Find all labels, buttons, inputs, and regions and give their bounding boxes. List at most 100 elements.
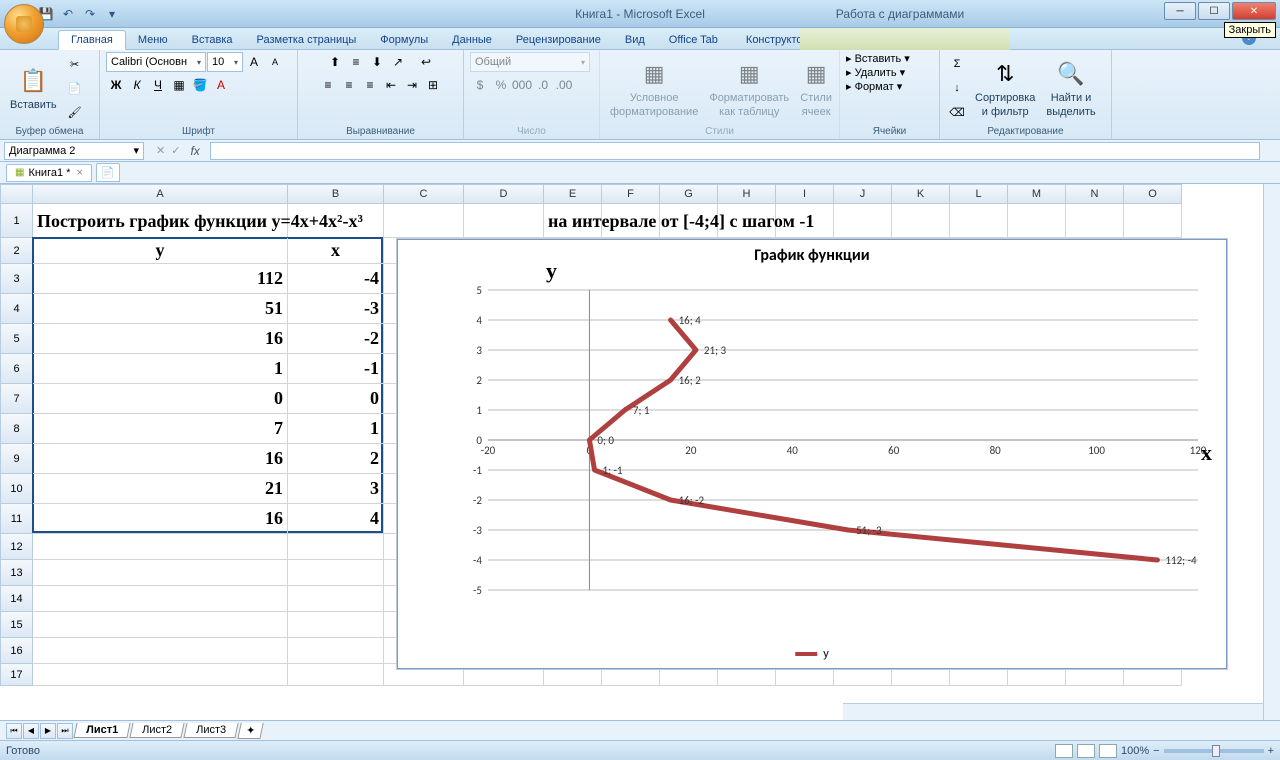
page-break-view-icon[interactable] [1099,744,1117,758]
decrease-indent-icon[interactable]: ⇤ [381,75,401,95]
autosum-icon[interactable]: Σ [946,53,968,75]
close-button[interactable]: ✕ [1232,2,1276,20]
cell[interactable]: 21 [33,474,288,504]
increase-font-icon[interactable]: A [244,52,264,72]
cell[interactable] [1124,204,1182,238]
tab-formulas[interactable]: Формулы [368,31,440,49]
italic-button[interactable]: К [127,75,147,95]
row-header-8[interactable]: 8 [0,414,33,444]
col-header-F[interactable]: F [602,184,660,204]
comma-icon[interactable]: 000 [512,75,532,95]
currency-icon[interactable]: $ [470,75,490,95]
increase-decimal-icon[interactable]: .0 [533,75,553,95]
cell[interactable]: 51 [33,294,288,324]
font-color-icon[interactable]: A [211,75,231,95]
clear-icon[interactable]: ⌫ [946,101,968,123]
first-sheet-icon[interactable]: ⏮ [6,723,22,739]
cell[interactable]: Построить график функции y=4x+4x²-x³ [33,204,553,238]
align-right-icon[interactable]: ≡ [360,75,380,95]
font-name-combo[interactable]: Calibri (Основн▾ [106,52,206,72]
row-header-9[interactable]: 9 [0,444,33,474]
cell[interactable]: 7 [33,414,288,444]
col-header-A[interactable]: A [33,184,288,204]
minimize-button[interactable]: ─ [1164,2,1196,20]
row-header-3[interactable]: 3 [0,264,33,294]
plot-area[interactable]: -5-4-3-2-1012345-2002040608010012016; 42… [438,280,1208,610]
col-header-H[interactable]: H [718,184,776,204]
cell[interactable] [33,664,288,686]
cell[interactable] [33,534,288,560]
decrease-font-icon[interactable]: A [265,52,285,72]
formula-input[interactable] [210,142,1260,160]
office-button[interactable] [4,4,44,44]
cell[interactable] [33,612,288,638]
row-header-4[interactable]: 4 [0,294,33,324]
align-center-icon[interactable]: ≡ [339,75,359,95]
zoom-slider[interactable] [1164,749,1264,753]
cell[interactable]: 0 [288,384,384,414]
delete-cells-button[interactable]: ▸ Удалить ▾ [846,66,933,79]
row-header-12[interactable]: 12 [0,534,33,560]
sort-filter-button[interactable]: ⇅Сортировкаи фильтр [971,56,1039,120]
cell[interactable]: 1 [33,354,288,384]
cell[interactable]: -3 [288,294,384,324]
last-sheet-icon[interactable]: ⏭ [57,723,73,739]
cell[interactable] [288,664,384,686]
col-header-C[interactable]: C [384,184,464,204]
col-header-M[interactable]: M [1008,184,1066,204]
name-box[interactable]: Диаграмма 2▾ [4,142,144,160]
maximize-button[interactable]: ☐ [1198,2,1230,20]
align-top-icon[interactable]: ⬆ [325,52,345,72]
cell[interactable]: 3 [288,474,384,504]
merge-icon[interactable]: ⊞ [423,75,443,95]
cell[interactable] [288,560,384,586]
align-left-icon[interactable]: ≡ [318,75,338,95]
normal-view-icon[interactable] [1055,744,1073,758]
tab-menu[interactable]: Меню [126,31,180,49]
col-header-J[interactable]: J [834,184,892,204]
zoom-level[interactable]: 100% [1121,745,1149,757]
decrease-decimal-icon[interactable]: .00 [554,75,574,95]
cut-icon[interactable]: ✂ [64,53,86,75]
insert-cells-button[interactable]: ▸ Вставить ▾ [846,52,933,65]
page-layout-view-icon[interactable] [1077,744,1095,758]
row-header-10[interactable]: 10 [0,474,33,504]
col-header-G[interactable]: G [660,184,718,204]
underline-button[interactable]: Ч [148,75,168,95]
zoom-in-icon[interactable]: + [1268,745,1274,757]
select-all-corner[interactable] [0,184,33,204]
format-cells-button[interactable]: ▸ Формат ▾ [846,80,933,93]
row-header-1[interactable]: 1 [0,204,33,238]
fill-icon[interactable]: ↓ [946,77,968,99]
col-header-D[interactable]: D [464,184,544,204]
fx-icon[interactable]: fx [190,144,199,158]
conditional-format-button[interactable]: ▦Условноеформатирование [606,56,702,120]
cell[interactable] [288,534,384,560]
qat-more-icon[interactable]: ▾ [102,4,122,24]
paste-button[interactable]: 📋 Вставить [6,63,61,113]
cell[interactable] [288,612,384,638]
close-tab-icon[interactable]: × [76,167,82,179]
cell[interactable] [1066,204,1124,238]
cell-styles-button[interactable]: ▦Стилиячеек [796,56,836,120]
new-sheet-icon[interactable]: ✦ [237,723,264,739]
row-header-16[interactable]: 16 [0,638,33,664]
cell[interactable] [33,638,288,664]
cell[interactable]: x [288,238,384,264]
cell[interactable]: -1 [288,354,384,384]
prev-sheet-icon[interactable]: ◀ [23,723,39,739]
tab-office-tab[interactable]: Office Tab [657,31,730,49]
chart-legend[interactable]: y [795,648,829,660]
row-header-7[interactable]: 7 [0,384,33,414]
enter-icon[interactable]: ✓ [171,144,180,157]
align-bottom-icon[interactable]: ⬇ [367,52,387,72]
col-header-L[interactable]: L [950,184,1008,204]
chart-object[interactable]: График функции y x -5-4-3-2-1012345-2002… [397,239,1227,669]
col-header-I[interactable]: I [776,184,834,204]
cell[interactable]: 0 [33,384,288,414]
cell[interactable]: 112 [33,264,288,294]
align-middle-icon[interactable]: ≡ [346,52,366,72]
zoom-out-icon[interactable]: − [1153,745,1159,757]
tab-view[interactable]: Вид [613,31,657,49]
col-header-B[interactable]: B [288,184,384,204]
